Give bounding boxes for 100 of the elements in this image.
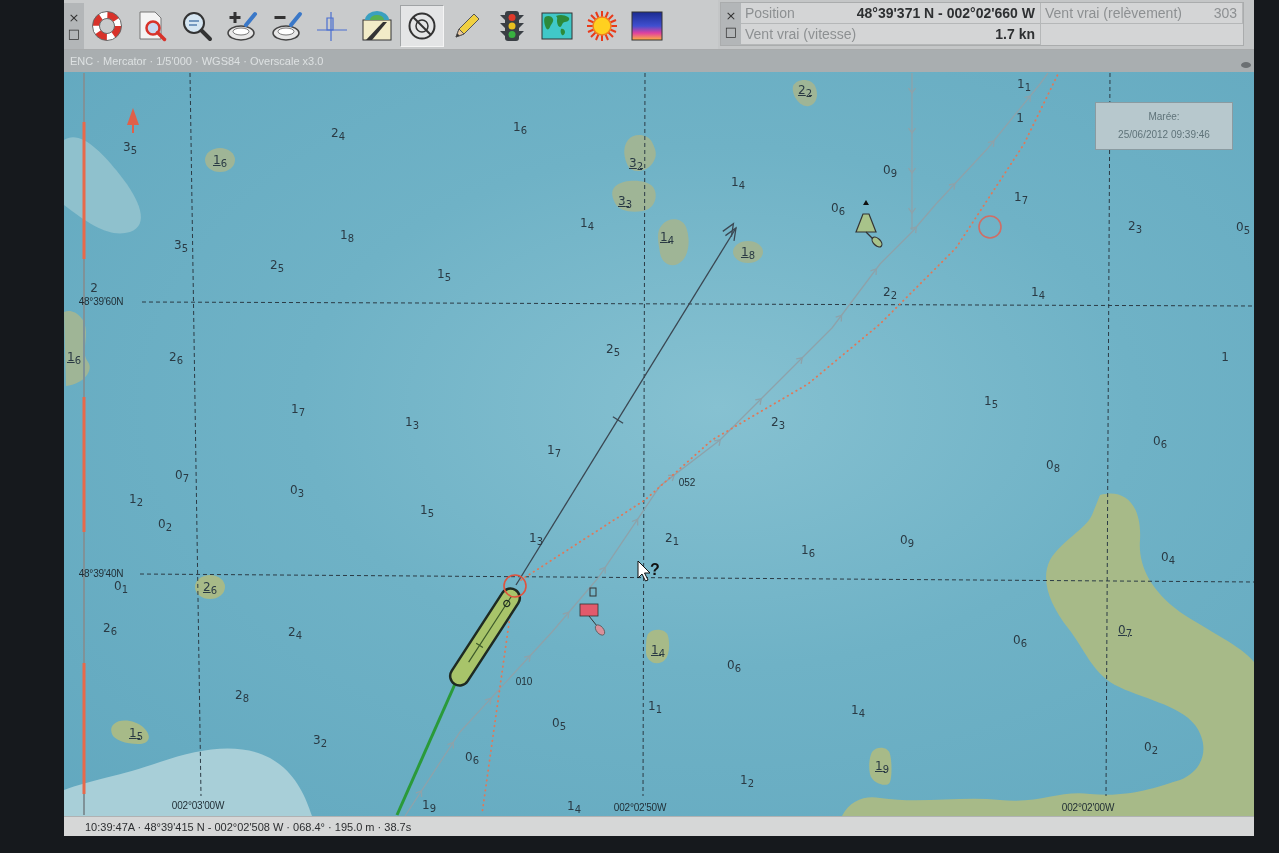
world-map-icon [541, 10, 573, 42]
depth-sounding: 1$_{4}$ [660, 230, 674, 244]
depth-sounding: 0$_{2}$ [158, 517, 172, 531]
depth-sounding: 2$_{2}$ [883, 285, 897, 299]
depth-sounding: 1$_{3}$ [405, 415, 419, 429]
depth-sounding: 0$_{5}$ [552, 716, 566, 730]
course-label: 010 [515, 676, 533, 688]
depth-sounding: 2$_{4}$ [331, 126, 345, 140]
depth-sounding: 0$_{5}$ [1236, 220, 1250, 234]
depth-sounding: 0$_{1}$ [114, 579, 128, 593]
cursor-icon [637, 560, 651, 582]
grid-coordinate-label: 48°39'40N [78, 568, 124, 580]
land-area [624, 134, 656, 172]
depth-sounding: 1$_{6}$ [67, 350, 81, 364]
land-area [195, 575, 225, 599]
depth-sounding: 1$_{6}$ [801, 543, 815, 557]
depth-sounding: 0$_{7}$ [1118, 623, 1132, 637]
status-text: 10:39:47A · 48°39'415 N - 002°02'508 W · 068.4° · 195.0 m · 38.7s [85, 820, 412, 833]
depth-sounding: 1$_{1}$ [1017, 77, 1031, 91]
depth-sounding: 0$_{3}$ [290, 483, 304, 497]
depth-sounding: 1$_{3}$ [529, 531, 543, 545]
depth-sounding: 3$_{3}$ [618, 194, 632, 208]
depth-sounding: 1$_{1}$ [648, 699, 662, 713]
depth-sounding: 1$_{8}$ [340, 228, 354, 242]
close-button[interactable]: × [68, 11, 80, 25]
tide-timestamp: 25/06/2012 09:39:46 [1118, 129, 1210, 141]
depth-sounding: 0$_{6}$ [465, 750, 479, 764]
depth-sounding: 2 [90, 281, 98, 295]
grid-coordinate-label: 48°39'60N [78, 296, 124, 308]
depth-sounding: 1$_{5}$ [984, 394, 998, 408]
disk-plus-icon [226, 10, 258, 42]
readout-value: 1.7 kn [995, 26, 1035, 42]
readout-value: 303 [1213, 5, 1237, 21]
axes-icon [316, 10, 348, 42]
depth-sounding: 1$_{2}$ [740, 773, 754, 787]
depth-sounding: 1$_{4}$ [567, 799, 581, 813]
depth-sounding: 0$_{8}$ [1046, 458, 1060, 472]
close-button[interactable]: × [725, 9, 737, 23]
depth-sounding: 2$_{6}$ [103, 621, 117, 635]
land-area [612, 180, 656, 212]
tool-button[interactable] [400, 5, 444, 47]
depth-sounding: 2$_{6}$ [203, 580, 217, 594]
depth-sounding: 1$_{6}$ [513, 120, 527, 134]
land-area [646, 629, 670, 664]
buoy-icon [855, 200, 883, 248]
depth-sounding: 2$_{5}$ [606, 342, 620, 356]
depth-sounding: 1$_{9}$ [875, 759, 889, 773]
dot-icon [1241, 62, 1251, 68]
land-area [733, 241, 763, 263]
depth-sounding: 1$_{2}$ [129, 492, 143, 506]
depth-sounding: 1$_{7}$ [1014, 190, 1028, 204]
depth-sounding: 2$_{4}$ [288, 625, 302, 639]
land-area [205, 148, 235, 172]
depth-sounding: 0$_{6}$ [727, 658, 741, 672]
depth-sounding: 1 [1221, 350, 1229, 364]
depth-sounding: 1$_{9}$ [422, 798, 436, 812]
restore-button[interactable]: □ [67, 27, 81, 41]
depth-sounding: 1$_{8}$ [741, 245, 755, 259]
depth-sounding: 2$_{2}$ [798, 83, 812, 97]
grid-coordinate-label: 002°02'50W [613, 802, 667, 814]
depth-sounding: 2$_{6}$ [169, 350, 183, 364]
land-area [111, 720, 149, 744]
map-road-icon [361, 10, 393, 42]
land-area [792, 80, 817, 107]
depth-sounding: 3$_{5}$ [123, 140, 137, 154]
depth-sounding: 2$_{5}$ [270, 258, 284, 272]
depth-sounding: 1$_{5}$ [420, 503, 434, 517]
circle-slash-icon [406, 10, 438, 42]
readout-label: Vent vrai (relèvement) [1045, 5, 1182, 21]
grid-coordinate-label: 002°03'00W [171, 800, 225, 812]
restore-button[interactable]: □ [724, 25, 738, 39]
depth-sounding: 0$_{6}$ [831, 201, 845, 215]
sunset-icon [631, 10, 663, 42]
depth-sounding: 0$_{9}$ [883, 163, 897, 177]
depth-sounding: 0$_{2}$ [1144, 740, 1158, 754]
ring-icon [503, 574, 527, 598]
course-label: 052 [678, 477, 696, 489]
depth-sounding: 3$_{5}$ [174, 238, 188, 252]
tide-title: Marée: [1148, 111, 1180, 123]
depth-sounding: 1$_{4}$ [651, 643, 665, 657]
depth-sounding: 1$_{5}$ [129, 726, 143, 740]
depth-sounding: 1$_{4}$ [1031, 285, 1045, 299]
depth-sounding: 1$_{4}$ [580, 216, 594, 230]
question-mark: ? [650, 561, 660, 579]
depth-sounding: 1$_{7}$ [291, 402, 305, 416]
depth-sounding: 3$_{2}$ [629, 156, 643, 170]
ring-icon [978, 215, 1002, 239]
depth-sounding: 1$_{6}$ [213, 153, 227, 167]
depth-sounding: 1$_{5}$ [437, 267, 451, 281]
depth-sounding: 1$_{7}$ [547, 443, 561, 457]
sun-icon [586, 10, 618, 42]
depth-sounding: 2$_{3}$ [1128, 219, 1142, 233]
grid-coordinate-label: 002°02'00W [1061, 802, 1115, 814]
flag-icon [579, 603, 606, 636]
readout-value: 48°39'371 N - 002°02'660 W [856, 5, 1035, 21]
document-magnifier-icon [136, 10, 168, 42]
readout-label: Position [745, 5, 795, 21]
depth-sounding: 2$_{3}$ [771, 415, 785, 429]
square-icon [589, 587, 597, 597]
depth-sounding: 0$_{9}$ [900, 533, 914, 547]
